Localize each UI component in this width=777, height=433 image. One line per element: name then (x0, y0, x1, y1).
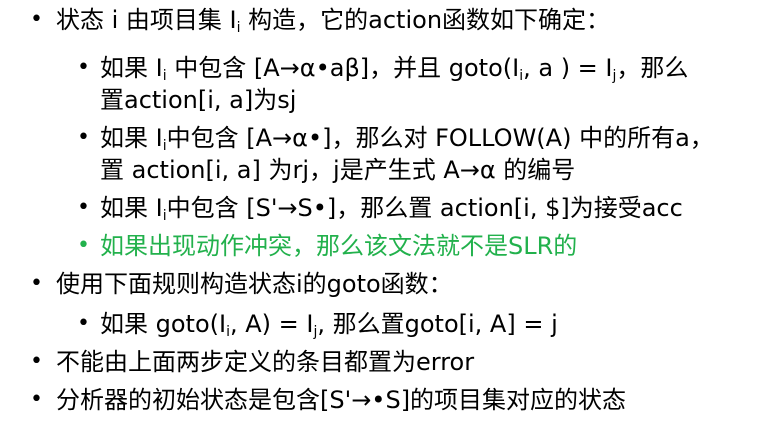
rule-3-text-b: 中包含 [S'→S•]，那么置 action[i, $]为接受acc (166, 194, 683, 222)
goto-rule-text-b: , A) = I (229, 310, 314, 338)
bullet-icon: • (30, 7, 43, 32)
rule-1-text-d: ，那么 (616, 54, 689, 82)
bullet-icon: • (77, 125, 90, 150)
rule-3-text-a: 如果 I (100, 194, 163, 222)
error-rule-text: 不能由上面两步定义的条目都置为error (56, 348, 475, 376)
state-intro-rest: 构造，它的action函数如下确定： (240, 6, 611, 34)
goto-rule-text-c: , 那么置goto[i, A] = j (317, 310, 558, 338)
initial-state-text: 分析器的初始状态是包含[S'→•S]的项目集对应的状态 (56, 386, 627, 414)
rule-2-continuation: 置 action[i, a] 为rj，j是产生式 A→α 的编号 (100, 156, 576, 184)
rule-4-text: 如果出现动作冲突，那么该文法就不是SLR的 (100, 232, 578, 260)
bullet-icon: • (77, 233, 90, 258)
bullet-icon: • (77, 195, 90, 220)
bullet-icon: • (77, 55, 90, 80)
bullet-icon: • (30, 349, 43, 374)
bullet-icon: • (30, 271, 43, 296)
goto-rule-text-a: 如果 goto(I (100, 310, 227, 338)
rule-1-text-c: , a ) = I (523, 54, 613, 82)
state-intro-text: 状态 i 由项目集 I (56, 6, 237, 34)
goto-intro-text: 使用下面规则构造状态i的goto函数： (56, 270, 453, 298)
bullet-icon: • (30, 387, 43, 412)
rule-2-text-a: 如果 I (100, 124, 163, 152)
rule-2-text-b: 中包含 [A→α•]，那么对 FOLLOW(A) 中的所有a， (166, 124, 714, 152)
rule-1-continuation: 置action[i, a]为sj (100, 86, 297, 114)
rule-1-text-b: 中包含 [A→α•aβ]，并且 goto(I (166, 54, 520, 82)
rule-1-text-a: 如果 I (100, 54, 163, 82)
bullet-icon: • (77, 311, 90, 336)
